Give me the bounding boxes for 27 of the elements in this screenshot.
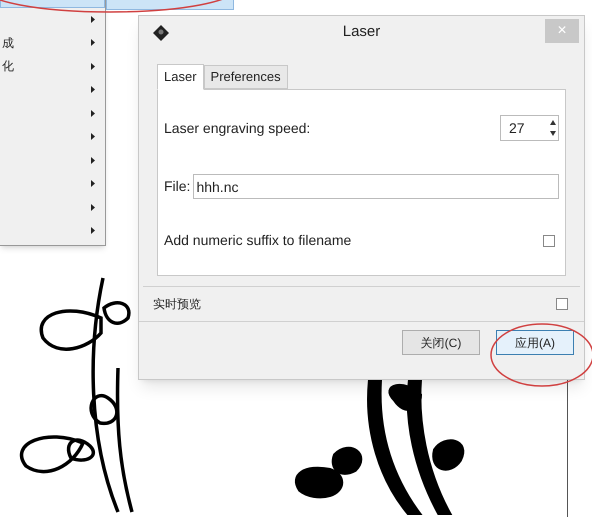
spin-box[interactable]: 27 [500, 115, 559, 141]
submenu-arrow-icon [91, 204, 95, 211]
submenu-arrow-icon [91, 110, 95, 117]
submenu-arrow-icon [91, 62, 95, 70]
checkbox[interactable] [556, 298, 568, 310]
menu-item[interactable]: 化 [0, 54, 105, 78]
close-button[interactable]: 关闭(C) [402, 330, 480, 355]
field-label: File: [164, 177, 190, 196]
field-label: Laser engraving speed: [164, 118, 310, 138]
file-input-field[interactable]: hhh.nc [193, 174, 559, 199]
submenu-arrow-icon [91, 16, 95, 23]
submenu-arrow-icon [91, 133, 95, 140]
apply-button[interactable]: 应用(A) [496, 330, 574, 355]
window-title: Laser [342, 22, 380, 42]
submenu-arrow-icon [91, 227, 95, 234]
menu-item[interactable]: 成 [0, 31, 105, 54]
spin-arrows-icon[interactable] [549, 118, 557, 138]
submenu-arrow-icon [91, 156, 95, 164]
submenu-arrow-icon [91, 86, 95, 94]
tab[interactable]: Preferences [204, 65, 288, 89]
checkbox[interactable] [543, 234, 555, 246]
tab[interactable]: Laser [157, 64, 204, 90]
checkbox-label: Add numeric suffix to filename [164, 231, 352, 250]
submenu-arrow-icon [91, 180, 95, 188]
app-icon [153, 24, 169, 40]
checkbox-label: 实时预览 [153, 296, 201, 313]
submenu-arrow-icon [91, 39, 95, 46]
